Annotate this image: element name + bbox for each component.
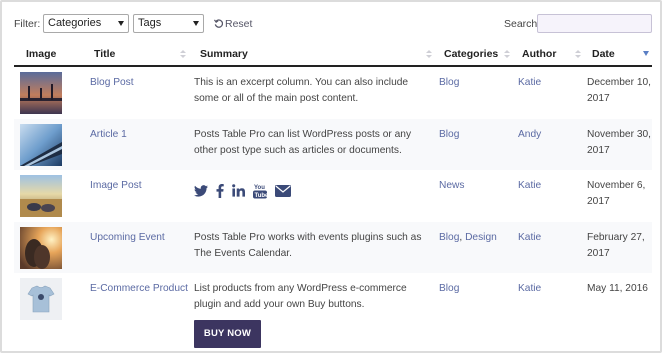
svg-text:Tube: Tube [255, 193, 268, 199]
post-thumbnail[interactable] [20, 175, 62, 218]
post-title-link[interactable]: Image Post [90, 178, 142, 194]
chevron-down-icon [193, 21, 199, 26]
table-row: Upcoming Event Posts Table Pro works wit… [14, 221, 652, 274]
email-icon[interactable] [275, 184, 291, 200]
table-row: E-Commerce Product List products from an… [14, 273, 652, 353]
post-thumbnail[interactable] [20, 278, 62, 321]
category-link[interactable]: Blog [439, 127, 459, 143]
posts-table: Image Title Summary Categories Author Da… [14, 42, 652, 353]
buy-now-button[interactable]: BUY NOW [194, 320, 261, 349]
sort-descending-icon[interactable] [643, 51, 649, 56]
sort-icon[interactable] [426, 50, 432, 60]
table-header: Image Title Summary Categories Author Da… [14, 42, 652, 67]
post-summary: Posts Table Pro can list WordPress posts… [194, 128, 412, 156]
post-summary: Posts Table Pro works with events plugin… [194, 231, 422, 259]
table-row: Article 1 Posts Table Pro can list WordP… [14, 118, 652, 171]
post-thumbnail[interactable] [20, 123, 62, 166]
social-icons: You Tube [194, 182, 291, 202]
category-link[interactable]: Blog [439, 281, 459, 297]
reset-link[interactable]: Reset [213, 18, 253, 30]
tags-select-value: Tags [138, 17, 162, 29]
column-header-author[interactable]: Author [522, 48, 556, 60]
post-date: November 6, 2017 [587, 180, 646, 208]
post-date: December 10, 2017 [587, 77, 651, 104]
category-link[interactable]: Design [465, 232, 497, 243]
column-header-title[interactable]: Title [94, 48, 115, 60]
category-link[interactable]: News [439, 178, 464, 194]
search-input[interactable] [537, 14, 652, 33]
author-link[interactable]: Katie [518, 281, 541, 297]
categories-select[interactable]: Categories [43, 14, 129, 33]
post-title-link[interactable]: Upcoming Event [90, 230, 165, 246]
author-link[interactable]: Andy [518, 127, 541, 143]
column-header-image[interactable]: Image [26, 48, 56, 60]
category-link[interactable]: Blog [439, 232, 459, 243]
post-date: May 11, 2016 [587, 283, 648, 295]
post-date: November 30, 2017 [587, 128, 651, 156]
column-header-categories[interactable]: Categories [444, 48, 498, 60]
table-row: Image Post You Tube News Katie November 6… [14, 170, 652, 222]
post-title-link[interactable]: E-Commerce Product [90, 281, 188, 297]
table-row: Blog Post This is an excerpt column. You… [14, 67, 652, 119]
filter-label: Filter: [14, 18, 41, 30]
post-title-link[interactable]: Article 1 [90, 127, 127, 143]
reset-icon [213, 18, 224, 30]
filter-toolbar: Filter: Categories Tags Reset Search: [14, 14, 652, 34]
search-label: Search: [504, 18, 541, 30]
column-header-date[interactable]: Date [592, 48, 615, 60]
author-link[interactable]: Katie [518, 230, 541, 246]
post-summary: List products from any WordPress e-comme… [194, 283, 407, 311]
sort-icon[interactable] [575, 50, 581, 60]
twitter-icon[interactable] [194, 184, 208, 200]
sort-icon[interactable] [180, 50, 186, 60]
sort-icon[interactable] [504, 50, 510, 60]
chevron-down-icon [118, 21, 124, 26]
tags-select[interactable]: Tags [133, 14, 204, 33]
categories-select-value: Categories [48, 17, 102, 29]
category-link[interactable]: Blog [439, 75, 459, 91]
table-container: Filter: Categories Tags Reset Search: Im… [0, 0, 662, 353]
svg-text:You: You [254, 185, 265, 191]
post-title-link[interactable]: Blog Post [90, 75, 134, 91]
post-summary: This is an excerpt column. You can also … [194, 77, 409, 104]
author-link[interactable]: Katie [518, 178, 541, 194]
reset-label: Reset [225, 18, 253, 30]
author-link[interactable]: Katie [518, 75, 541, 91]
post-date: February 27, 2017 [587, 231, 645, 259]
youtube-icon[interactable]: You Tube [253, 183, 269, 202]
post-thumbnail[interactable] [20, 226, 62, 269]
column-header-summary[interactable]: Summary [200, 48, 248, 60]
linkedin-icon[interactable] [232, 184, 245, 200]
post-thumbnail[interactable] [20, 72, 62, 114]
facebook-icon[interactable] [216, 183, 224, 201]
categories-cell: Blog, Design [439, 231, 497, 243]
